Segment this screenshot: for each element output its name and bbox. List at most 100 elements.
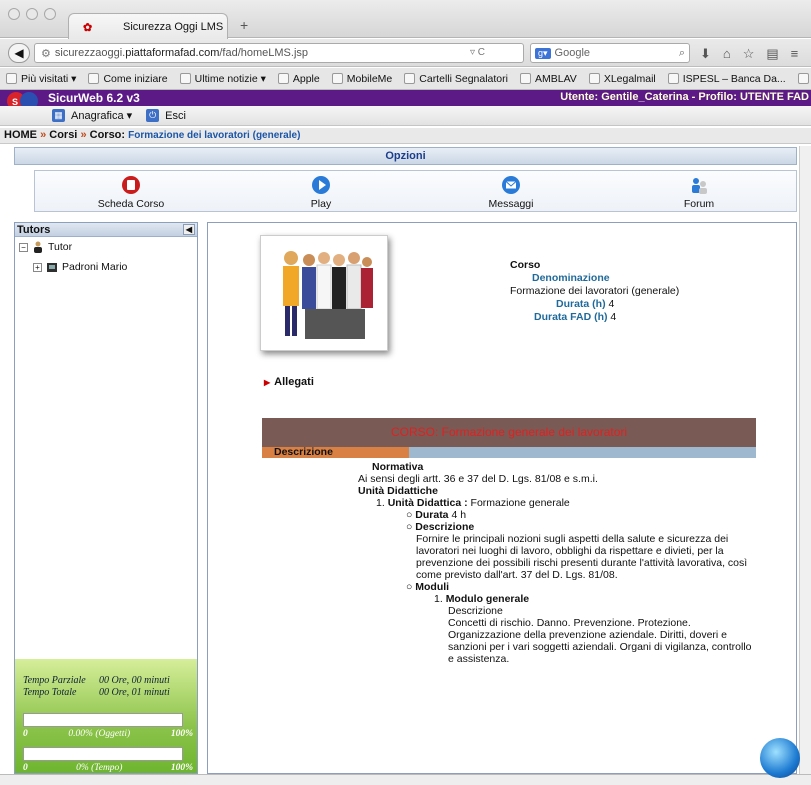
bookmark-item[interactable]: Come iniziare [88,72,168,85]
bookmark-label: Ultime notizie ▾ [194,72,266,85]
user-info: Utente: Gentile_Caterina - Profilo: UTEN… [560,91,809,103]
objects-progress-bar [23,713,183,727]
power-icon: ⏻ [146,109,160,122]
allegati-link[interactable]: ▶ Allegati [264,376,314,388]
durata-value: 4 [608,298,615,310]
app-title: SicurWeb 6.2 v3 [48,91,140,105]
google-search-icon: g▾ [535,47,551,59]
tree-item-padroni-mario[interactable]: + Padroni Mario [33,261,127,273]
normativa-title: Normativa [372,461,424,473]
bookmark-label: XLegalmail [603,72,656,85]
vertical-scrollbar[interactable] [799,146,811,774]
breadcrumb-corso-label: Corso: [89,129,126,141]
denominazione-label: Denominazione [532,272,610,284]
search-icon[interactable]: ⌕ [679,47,685,60]
new-tab-button[interactable]: + [240,17,248,33]
mail-icon [501,175,521,195]
esci-button[interactable]: ⏻ Esci [146,109,186,122]
bookmark-label: Più visitati ▾ [21,72,77,85]
bookmark-item[interactable]: Più visitati ▾ [6,73,76,85]
course-section-title: Corso [510,259,541,271]
bookmark-label: Come iniziare [103,72,168,85]
collapse-node-icon[interactable]: − [19,242,28,252]
breadcrumb-home[interactable]: HOME [4,129,37,141]
durata-fad-value: 4 [610,311,617,323]
collapse-panel-icon[interactable]: ◀ [183,224,195,235]
chat-help-icon[interactable] [760,738,800,778]
breadcrumb: HOME » Corsi » Corso: Formazione dei lav… [0,128,811,144]
tree-label-tutor: Tutor [48,241,73,253]
objects-progress-min: 0 [23,729,28,739]
tree-item-tutor[interactable]: − Tutor [19,241,72,253]
bookmark-item[interactable]: Ultime notizie ▾ [179,72,266,85]
play-button[interactable]: Play [271,175,371,210]
breadcrumb-separator: » [40,129,47,141]
reload-icon[interactable]: ▿ C [470,47,485,58]
scheda-corso-button[interactable]: Scheda Corso [81,175,181,210]
bookmark-label: Cartelli Segnalatori [419,72,508,85]
bookmark-item[interactable]: FAD [797,73,811,85]
tempo-totale-value: 00 Ore, 01 minuti [99,687,170,698]
url-domain-prefix: sicurezzaoggi. [54,47,126,59]
unita-title: Unità Didattiche [358,485,438,497]
messaggi-button[interactable]: Messaggi [461,175,561,210]
back-button[interactable]: ◀ [8,43,30,63]
expand-node-icon[interactable]: + [33,262,42,272]
time-progress-text: 0% (Tempo) [76,763,123,773]
bookmark-item[interactable]: Apple [277,73,320,85]
options-toolbar: Scheda Corso Play Messaggi Forum [34,170,797,212]
esci-label: Esci [165,109,186,122]
lock-icon: ⚙ [41,47,51,60]
browser-tab[interactable]: ✿ Sicurezza Oggi LMS [68,13,228,39]
unita-number: 1. [376,497,388,509]
bookmark-item[interactable]: XLegalmail [588,72,656,85]
breadcrumb-current: Formazione dei lavoratori (generale) [128,130,301,141]
breadcrumb-separator: » [80,129,87,141]
objects-progress-text: 0.00% (Oggetti) [68,729,131,739]
close-window-icon[interactable] [8,8,20,20]
browser-navbar: ◀ ⚙ sicurezzaoggi. piattaformafad.com/fad… [0,39,811,67]
bookmark-icon [179,73,191,84]
objects-progress-labels: 0 0.00% (Oggetti) 100% [23,729,193,739]
bullet-icon: ○ [406,581,416,593]
durata-item-label: Durata [415,509,449,521]
horizontal-scrollbar[interactable] [0,774,811,785]
minimize-window-icon[interactable] [26,8,38,20]
zoom-window-icon[interactable] [44,8,56,20]
play-icon [311,175,331,195]
browser-toolbar-icons[interactable]: ⬇⌂☆▤≡ [700,46,810,62]
modulo-desc-text: Concetti di rischio. Danno. Prevenzione.… [448,617,752,665]
modulo-number: 1. [434,593,446,605]
bookmark-icon [88,73,100,84]
tutors-header: Tutors ◀ [15,223,197,237]
time-tracking-panel: Tempo Parziale 00 Ore, 00 minuti Tempo T… [15,659,197,773]
anagrafica-menu[interactable]: ▦ Anagrafica ▾ [52,109,132,122]
breadcrumb-corsi[interactable]: Corsi [49,129,77,141]
forum-label: Forum [683,198,715,210]
bookmark-item[interactable]: ISPESL – Banca Da... [667,72,786,85]
bookmark-item[interactable]: Cartelli Segnalatori [404,73,508,85]
allegati-label: Allegati [274,376,314,388]
url-bar[interactable]: ⚙ sicurezzaoggi. piattaformafad.com/fad/h… [34,43,524,63]
modulo-desc-label: Descrizione [448,605,503,617]
search-box[interactable]: g▾ Google ⌕ [530,43,690,63]
tab-title: Sicurezza Oggi LMS [123,20,224,33]
tempo-totale-label: Tempo Totale [23,687,77,698]
bookmark-icon [331,73,343,84]
bookmark-item[interactable]: MobileMe [331,73,392,85]
time-progress-max: 100% [170,763,193,773]
bookmark-icon [519,73,531,84]
bookmark-item[interactable]: AMBLAV [519,73,577,85]
forum-button[interactable]: Forum [649,175,749,210]
bookmarks-bar: Più visitati ▾ Come iniziare Ultime notizi… [0,68,811,90]
bookmark-icon [6,73,17,84]
bookmark-icon [667,73,679,84]
tree-label-padroni-mario: Padroni Mario [62,261,128,273]
durata-label: Durata (h) [556,298,606,310]
description-header-bar: Descrizione [262,447,756,458]
bookmark-label: ISPESL – Banca Da... [682,72,786,85]
course-description: Normativa Ai sensi degli artt. 36 e 37 d… [358,461,756,665]
descrizione-item-label: Descrizione [415,521,475,533]
messaggi-label: Messaggi [488,198,534,210]
tempo-parziale-value: 00 Ore, 00 minuti [99,675,170,686]
